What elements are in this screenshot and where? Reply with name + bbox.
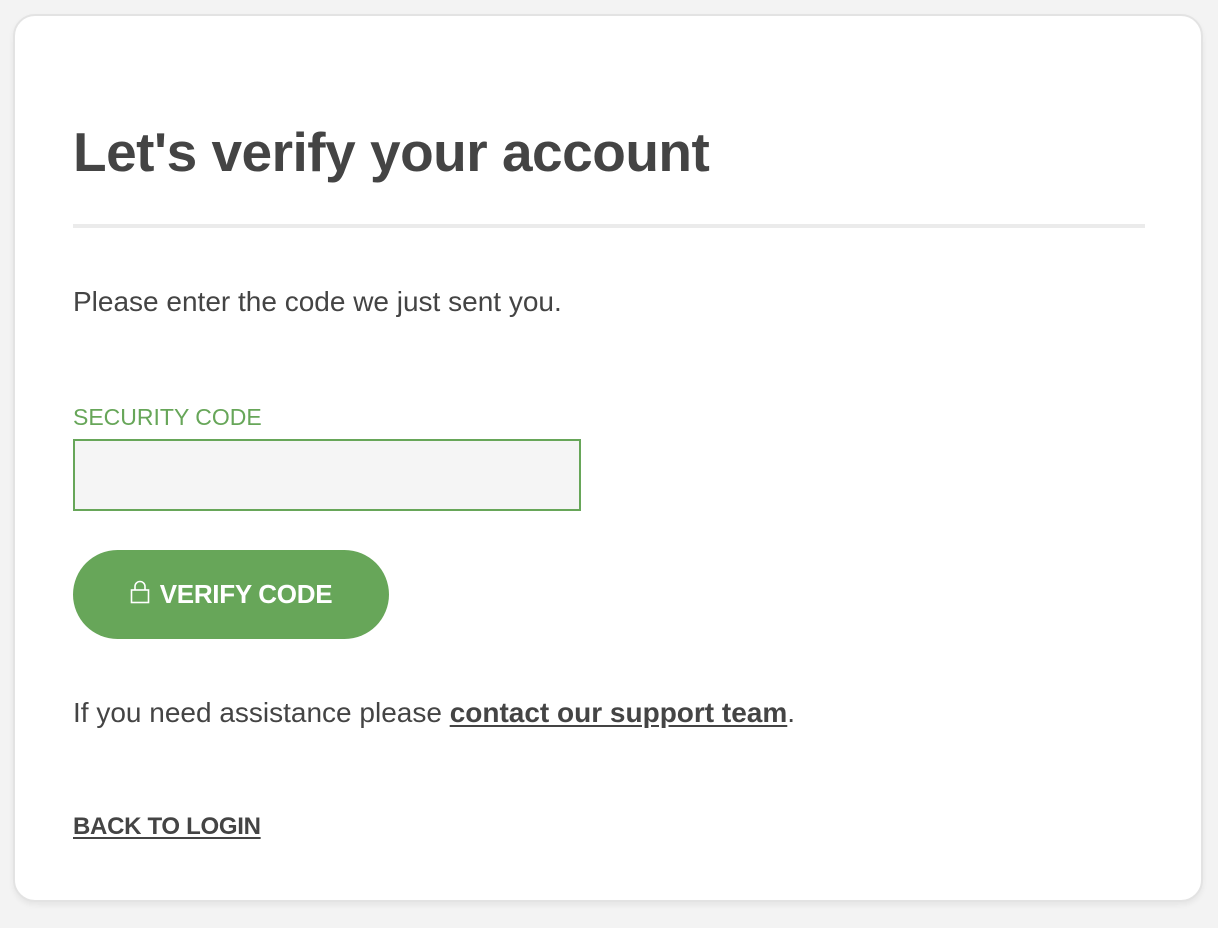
security-code-label: SECURITY CODE	[73, 404, 262, 430]
lock-icon	[130, 580, 150, 603]
verify-code-button[interactable]: VERIFY CODE	[73, 550, 389, 639]
page-title: Let's verify your account	[73, 121, 710, 183]
assistance-suffix: .	[787, 697, 796, 728]
verify-account-card: Let's verify your account Please enter t…	[13, 14, 1203, 902]
instructions-text: Please enter the code we just sent you.	[73, 286, 562, 317]
verify-code-label: VERIFY CODE	[159, 579, 333, 609]
contact-support-link[interactable]: contact our support team	[450, 697, 788, 728]
assistance-prefix: If you need assistance please	[73, 697, 450, 728]
security-code-input[interactable]	[73, 439, 581, 511]
back-to-login-link[interactable]: BACK TO LOGIN	[73, 813, 261, 841]
title-divider	[73, 224, 1145, 228]
assistance-text: If you need assistance please contact ou…	[73, 697, 795, 729]
